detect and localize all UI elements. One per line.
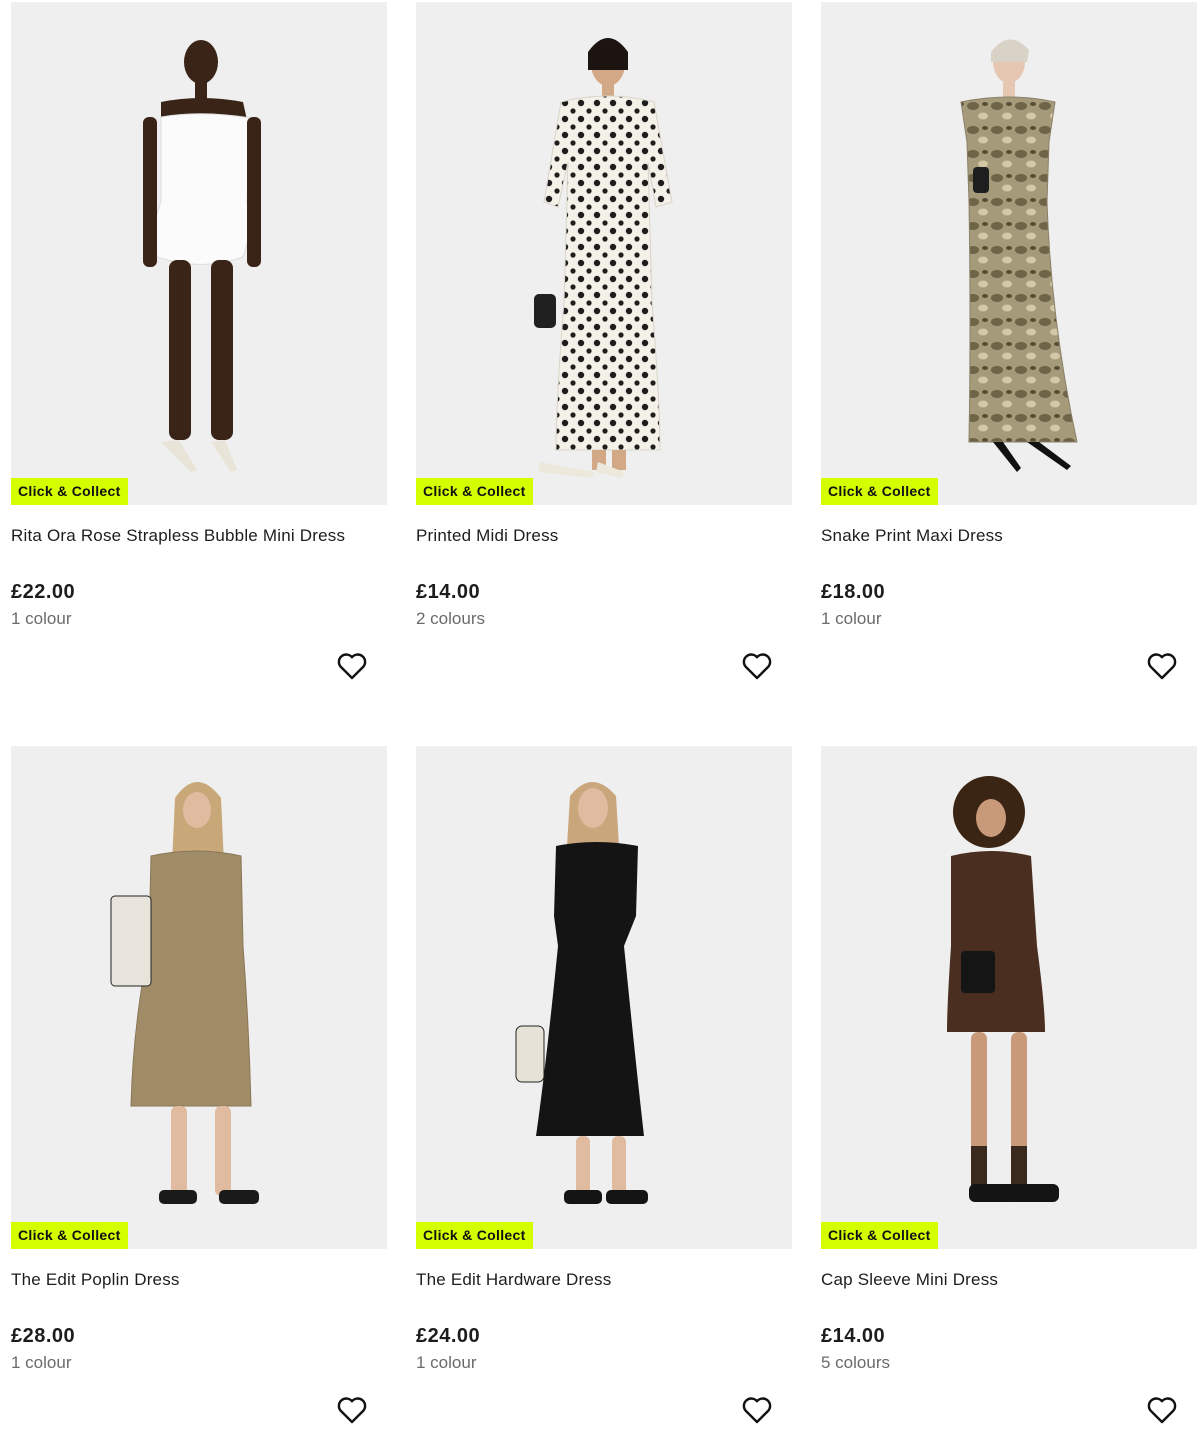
- product-image[interactable]: Click & Collect: [821, 2, 1197, 505]
- product-card[interactable]: Click & Collect Cap Sleeve Mini Dress £1…: [821, 746, 1197, 1424]
- colour-count: 2 colours: [416, 609, 485, 628]
- product-name[interactable]: The Edit Hardware Dress: [416, 1269, 792, 1291]
- product-price: £14.00: [416, 581, 481, 603]
- wishlist-button[interactable]: [1147, 652, 1177, 680]
- click-collect-badge: Click & Collect: [416, 478, 533, 505]
- click-collect-badge: Click & Collect: [821, 478, 938, 505]
- heart-icon: [337, 653, 367, 680]
- click-collect-badge: Click & Collect: [416, 1222, 533, 1249]
- heart-icon: [1147, 653, 1177, 680]
- colour-count: 1 colour: [11, 609, 72, 628]
- colour-count: 5 colours: [821, 1353, 890, 1372]
- product-image[interactable]: Click & Collect: [11, 2, 387, 505]
- product-price: £18.00: [821, 581, 886, 603]
- product-card[interactable]: Click & Collect Rita Ora Rose Strapless …: [11, 2, 387, 680]
- heart-icon: [1147, 1397, 1177, 1424]
- product-image[interactable]: Click & Collect: [11, 746, 387, 1249]
- product-name[interactable]: Printed Midi Dress: [416, 525, 792, 547]
- product-price: £28.00: [11, 1325, 76, 1347]
- click-collect-badge: Click & Collect: [11, 1222, 128, 1249]
- wishlist-button[interactable]: [337, 1396, 367, 1424]
- product-price: £22.00: [11, 581, 76, 603]
- colour-count: 1 colour: [416, 1353, 477, 1372]
- model-photo: [821, 746, 1197, 1249]
- product-image[interactable]: Click & Collect: [416, 746, 792, 1249]
- product-name[interactable]: Cap Sleeve Mini Dress: [821, 1269, 1197, 1291]
- heart-icon: [742, 1397, 772, 1424]
- click-collect-badge: Click & Collect: [11, 478, 128, 505]
- model-photo: [416, 2, 792, 505]
- model-photo: [416, 746, 792, 1249]
- model-photo: [11, 746, 387, 1249]
- wishlist-button[interactable]: [1147, 1396, 1177, 1424]
- model-photo: [11, 2, 387, 505]
- product-grid: Click & Collect Rita Ora Rose Strapless …: [0, 0, 1200, 1429]
- wishlist-button[interactable]: [742, 652, 772, 680]
- wishlist-button[interactable]: [742, 1396, 772, 1424]
- product-card[interactable]: Click & Collect Printed Midi Dress £14.0…: [416, 2, 792, 680]
- heart-icon: [337, 1397, 367, 1424]
- colour-count: 1 colour: [821, 609, 882, 628]
- wishlist-button[interactable]: [337, 652, 367, 680]
- product-price: £24.00: [416, 1325, 481, 1347]
- model-photo: [821, 2, 1197, 505]
- colour-count: 1 colour: [11, 1353, 72, 1372]
- product-price: £14.00: [821, 1325, 886, 1347]
- product-card[interactable]: Click & Collect Snake Print Maxi Dress £…: [821, 2, 1197, 680]
- product-image[interactable]: Click & Collect: [821, 746, 1197, 1249]
- product-name[interactable]: The Edit Poplin Dress: [11, 1269, 387, 1291]
- product-name[interactable]: Snake Print Maxi Dress: [821, 525, 1197, 547]
- product-image[interactable]: Click & Collect: [416, 2, 792, 505]
- product-card[interactable]: Click & Collect The Edit Poplin Dress £2…: [11, 746, 387, 1424]
- product-name[interactable]: Rita Ora Rose Strapless Bubble Mini Dres…: [11, 525, 387, 547]
- heart-icon: [742, 653, 772, 680]
- click-collect-badge: Click & Collect: [821, 1222, 938, 1249]
- product-card[interactable]: Click & Collect The Edit Hardware Dress …: [416, 746, 792, 1424]
